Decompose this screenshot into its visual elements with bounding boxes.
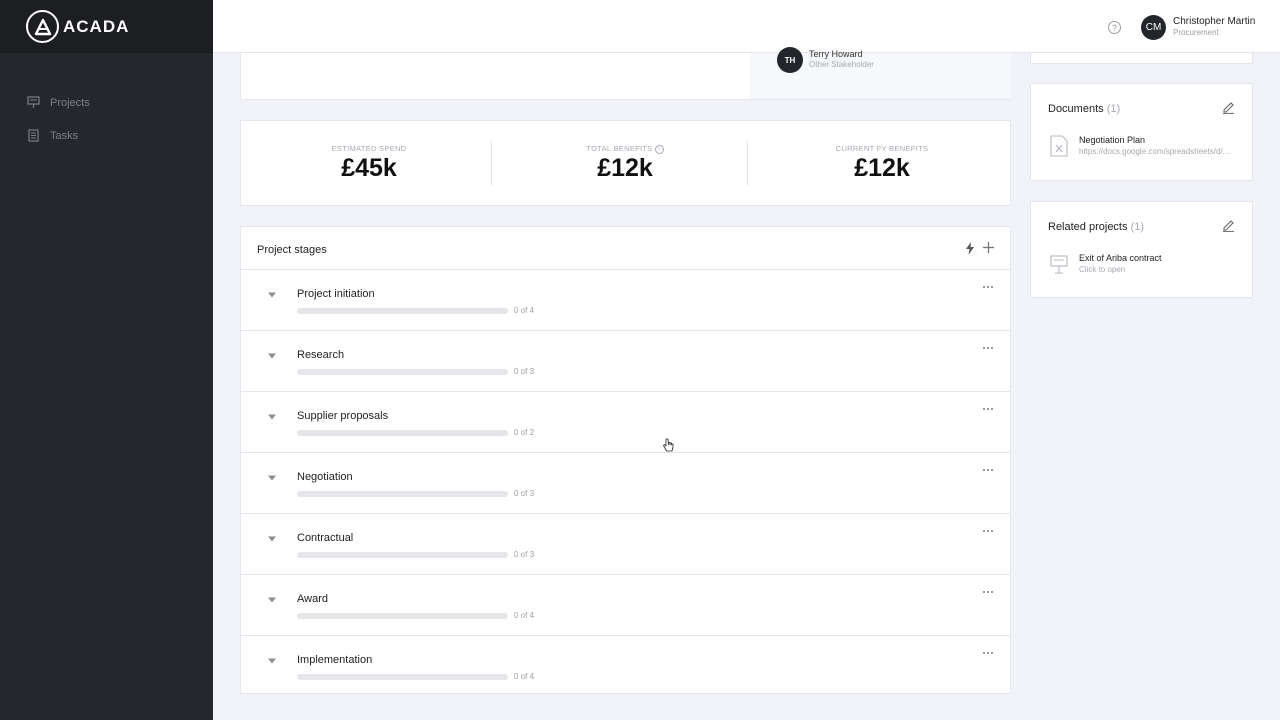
top-bar: ? CM Christopher Martin Procurement <box>213 0 1280 53</box>
info-icon[interactable]: i <box>654 144 664 154</box>
stat-value: £45k <box>341 154 397 182</box>
related-title: Related projects <box>1048 221 1128 233</box>
stage-name: Negotiation <box>297 471 353 483</box>
more-options-icon[interactable] <box>981 283 995 291</box>
hand-pointer-cursor-icon <box>663 438 674 452</box>
lightning-bolt-icon[interactable] <box>965 242 975 255</box>
presentation-board-icon <box>27 96 40 109</box>
document-link[interactable]: Negotiation Plan <box>1079 135 1145 145</box>
divider <box>747 141 748 186</box>
help-icon[interactable]: ? <box>1108 21 1121 34</box>
stages-title: Project stages <box>257 244 327 256</box>
stage-progress-bar <box>297 491 508 497</box>
add-stage-icon[interactable] <box>982 241 995 254</box>
related-project-link[interactable]: Exit of Ariba contract <box>1079 253 1162 263</box>
caret-down-icon[interactable] <box>267 475 277 481</box>
stage-name: Supplier proposals <box>297 410 389 422</box>
edit-pencil-icon[interactable] <box>1222 219 1235 232</box>
financial-stats-card: ESTIMATED SPEND £45k TOTAL BENEFITS i £12… <box>240 120 1011 206</box>
stage-row-implementation[interactable]: Implementation 0 of 4 <box>241 636 1010 697</box>
right-top-card <box>1030 53 1253 64</box>
stat-label: CURRENT FY BENEFITS <box>835 144 929 153</box>
stage-name: Implementation <box>297 654 373 666</box>
stakeholders-pane: TH Terry Howard Other Stakeholder <box>750 47 1011 99</box>
more-options-icon[interactable] <box>981 527 995 535</box>
stage-task-count: 0 of 4 <box>514 306 535 315</box>
brand-name: ACADA <box>63 16 130 36</box>
stat-current-fy-benefits: CURRENT FY BENEFITS £12k <box>754 121 1010 207</box>
stage-progress-bar <box>297 308 508 314</box>
edit-pencil-icon[interactable] <box>1222 101 1235 114</box>
related-count: (1) <box>1130 221 1145 233</box>
main-nav: Projects Tasks <box>0 53 213 152</box>
stage-progress-bar <box>297 369 508 375</box>
presentation-board-icon <box>1050 255 1068 274</box>
spreadsheet-file-icon <box>1050 135 1068 157</box>
stage-progress-bar <box>297 674 508 680</box>
caret-down-icon[interactable] <box>267 353 277 359</box>
brand[interactable]: ACADA <box>0 0 213 53</box>
documents-title: Documents <box>1048 103 1104 115</box>
documents-card: Documents (1) Negotiation Plan https://d… <box>1030 83 1253 181</box>
user-role: Procurement <box>1173 28 1219 37</box>
stat-label: TOTAL BENEFITS <box>586 144 653 153</box>
stage-row-research[interactable]: Research 0 of 3 <box>241 331 1010 392</box>
more-options-icon[interactable] <box>981 405 995 413</box>
user-name[interactable]: Christopher Martin <box>1173 16 1255 27</box>
stage-row-contractual[interactable]: Contractual 0 of 3 <box>241 514 1010 575</box>
caret-down-icon[interactable] <box>267 292 277 298</box>
stakeholder-avatar[interactable]: TH <box>777 47 803 73</box>
stage-row-negotiation[interactable]: Negotiation 0 of 3 <box>241 453 1010 514</box>
stage-task-count: 0 of 3 <box>514 367 535 376</box>
project-details-card: TH Terry Howard Other Stakeholder <box>240 47 1011 100</box>
stage-progress-bar <box>297 430 508 436</box>
stat-value: £12k <box>854 154 910 182</box>
stage-name: Research <box>297 349 345 361</box>
stat-total-benefits: TOTAL BENEFITS i £12k <box>497 121 753 207</box>
sidebar: ACADA Projects Tasks <box>0 0 213 720</box>
stage-row-award[interactable]: Award 0 of 4 <box>241 575 1010 636</box>
stage-row-supplier-proposals[interactable]: Supplier proposals 0 of 2 <box>241 392 1010 453</box>
more-options-icon[interactable] <box>981 649 995 657</box>
acada-logo-icon <box>26 10 59 43</box>
more-options-icon[interactable] <box>981 466 995 474</box>
stage-name: Project initiation <box>297 288 375 300</box>
divider <box>491 141 492 186</box>
nav-item-tasks[interactable]: Tasks <box>0 119 213 152</box>
documents-count: (1) <box>1106 103 1121 115</box>
more-options-icon[interactable] <box>981 588 995 596</box>
nav-item-label: Projects <box>50 96 90 109</box>
stat-value: £12k <box>597 154 653 182</box>
stage-task-count: 0 of 4 <box>514 672 535 681</box>
caret-down-icon[interactable] <box>267 414 277 420</box>
stages-header: Project stages <box>241 227 1010 270</box>
stat-estimated-spend: ESTIMATED SPEND £45k <box>241 121 497 207</box>
stat-label: ESTIMATED SPEND <box>331 144 407 153</box>
stakeholder-name: Terry Howard <box>809 49 863 59</box>
stage-name: Award <box>297 593 328 605</box>
project-stages-card: Project stages Project initiation 0 of 4… <box>240 226 1011 694</box>
stage-task-count: 0 of 3 <box>514 489 535 498</box>
document-list-icon <box>27 129 40 142</box>
stakeholder-role: Other Stakeholder <box>809 60 874 69</box>
stage-task-count: 0 of 4 <box>514 611 535 620</box>
caret-down-icon[interactable] <box>267 597 277 603</box>
caret-down-icon[interactable] <box>267 658 277 664</box>
document-url[interactable]: https://docs.google.com/spreadsheets/d/.… <box>1079 147 1239 156</box>
stage-row-project-initiation[interactable]: Project initiation 0 of 4 <box>241 270 1010 331</box>
stage-progress-bar <box>297 552 508 558</box>
caret-down-icon[interactable] <box>267 536 277 542</box>
user-avatar[interactable]: CM <box>1141 15 1166 40</box>
more-options-icon[interactable] <box>981 344 995 352</box>
stage-task-count: 0 of 3 <box>514 550 535 559</box>
nav-item-projects[interactable]: Projects <box>0 86 213 119</box>
stage-progress-bar <box>297 613 508 619</box>
related-projects-card: Related projects (1) Exit of Ariba contr… <box>1030 201 1253 298</box>
related-project-hint: Click to open <box>1079 265 1126 274</box>
stage-task-count: 0 of 2 <box>514 428 535 437</box>
nav-item-label: Tasks <box>50 129 79 142</box>
stage-name: Contractual <box>297 532 354 544</box>
